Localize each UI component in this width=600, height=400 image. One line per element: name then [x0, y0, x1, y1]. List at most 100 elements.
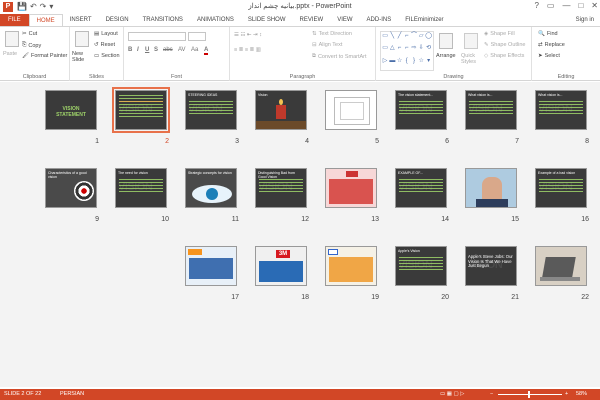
slide-thumbnail[interactable]: Characteristics of a good vision [45, 168, 97, 208]
slide-thumbnail[interactable]: VISION What vision is... [535, 90, 587, 130]
reset-button[interactable]: ↺ Reset [94, 42, 115, 48]
paste-icon[interactable] [5, 31, 19, 47]
slide-title-text: Vision [258, 93, 268, 97]
change-case-button[interactable]: Aa [191, 47, 198, 53]
shape-fill-button[interactable]: ◈ Shape Fill [484, 31, 515, 37]
text-direction-button[interactable]: ⇅ Text Direction [312, 31, 352, 37]
slide-thumbnail[interactable]: VISION Distinguishing Bad from Good Visio… [255, 168, 307, 208]
select-button[interactable]: ➤ Select [538, 53, 560, 59]
format-painter-button[interactable]: 🖌 Format Painter [22, 53, 67, 59]
shadow-button[interactable]: S [154, 47, 158, 53]
shape-outline-button[interactable]: ✎ Shape Outline [484, 42, 525, 48]
slide-thumbnail[interactable] [325, 90, 377, 130]
shape-effects-button[interactable]: ◇ Shape Effects [484, 53, 524, 59]
slide-number: 21 [511, 294, 519, 301]
paintbrush-icon: 🖌 [22, 53, 29, 59]
slide-thumbnail[interactable]: VISION Apple's Steve Jobs: Our Vision Is … [465, 246, 517, 286]
layout-button[interactable]: ▤ Layout [94, 31, 118, 37]
font-size-select[interactable] [188, 32, 206, 41]
new-slide-icon[interactable] [75, 31, 89, 47]
slide-thumbnail[interactable]: VISION What vision is... [465, 90, 517, 130]
tab-animations[interactable]: ANIMATIONS [190, 14, 241, 26]
group-editing: 🔍 Find ⇄ Replace ➤ Select Editing [532, 27, 600, 81]
tab-slide-show[interactable]: SLIDE SHOW [241, 14, 293, 26]
cut-button[interactable]: ✂ Cut [22, 31, 37, 37]
slide-thumbnail[interactable]: VISION The vision statement... [395, 90, 447, 130]
help-icon[interactable]: ? [534, 1, 538, 10]
alignment-buttons[interactable]: ≡ ≣ ≡ ≣ ▥ [234, 47, 261, 53]
reset-icon: ↺ [94, 42, 99, 48]
slide-number: 2 [165, 138, 169, 145]
convert-smartart-button[interactable]: ⧉ Convert to SmartArt [312, 53, 367, 60]
language-indicator[interactable]: PERSIAN [60, 391, 84, 397]
slide-number: 7 [515, 138, 519, 145]
maximize-icon[interactable]: □ [578, 1, 583, 10]
zoom-slider-thumb[interactable] [528, 391, 530, 398]
find-button[interactable]: 🔍 Find [538, 31, 558, 37]
zoom-out-button[interactable]: − [490, 391, 493, 397]
bullets-button[interactable]: ☰ ☷ ⇤ ⇥ ↕ [234, 32, 262, 38]
slide-thumbnail[interactable]: VISION STEERING IDEAS [185, 90, 237, 130]
slide-thumbnail[interactable]: VISION Example of a bad vision [535, 168, 587, 208]
ribbon-display-icon[interactable]: ▭ [547, 1, 555, 10]
arrange-button[interactable]: Arrange [436, 53, 456, 59]
font-family-select[interactable] [128, 32, 186, 41]
tab-add-ins[interactable]: ADD-INS [360, 14, 399, 26]
shapes-gallery[interactable]: ▭ ╲ ╱ ⌐ ⌒ ▱ ◯ ▭ △ ⌐ ⌐ ⇨ ⇩ ⟲ ▷ ▬ ☆{} ☆ ▾ [380, 31, 434, 71]
slide-title-text: EXAMPLE OF... [398, 171, 423, 175]
minimize-icon[interactable]: — [562, 1, 570, 10]
font-color-button[interactable]: A [204, 47, 209, 55]
tab-design[interactable]: DESIGN [99, 14, 136, 26]
replace-icon: ⇄ [538, 42, 543, 48]
quick-styles-button[interactable]: Quick Styles [461, 53, 481, 65]
view-buttons[interactable]: ▭ ▦ ▢ ▷ [440, 391, 464, 397]
zoom-in-button[interactable]: + [565, 391, 568, 397]
effects-icon: ◇ [484, 53, 489, 59]
group-paragraph: ☰ ☷ ⇤ ⇥ ↕ ≡ ≣ ≡ ≣ ▥ ⇅ Text Direction ⊟ Ali… [230, 27, 376, 81]
italic-button[interactable]: I [137, 47, 139, 53]
paste-button[interactable]: Paste [3, 51, 17, 57]
slide-thumbnail[interactable] [185, 246, 237, 286]
slide-thumbnail[interactable]: Vision [255, 90, 307, 130]
slide-thumbnail[interactable] [465, 168, 517, 208]
tab-view[interactable]: VIEW [330, 14, 359, 26]
close-icon[interactable]: ✕ [591, 1, 598, 10]
copy-icon: ⎘ [22, 42, 27, 48]
tab-review[interactable]: REVIEW [293, 14, 331, 26]
tab-fileminimizer[interactable]: FILEminimizer [398, 14, 450, 26]
section-button[interactable]: ▭ Section [94, 53, 120, 59]
slide-number: 5 [375, 138, 379, 145]
new-slide-button[interactable]: New Slide [72, 51, 94, 63]
slide-thumbnail[interactable]: VISION Apple's Vision [395, 246, 447, 286]
character-spacing-button[interactable]: AV [178, 47, 186, 53]
paint-bucket-icon: ◈ [484, 31, 489, 37]
tab-home[interactable]: HOME [28, 14, 63, 26]
align-text-button[interactable]: ⊟ Align Text [312, 42, 342, 48]
slide-thumbnail[interactable]: VISION [112, 87, 170, 133]
quick-styles-icon[interactable] [464, 33, 478, 49]
tab-insert[interactable]: INSERT [63, 14, 99, 26]
slide-thumbnail[interactable]: 3M3M [255, 246, 307, 286]
arrange-icon[interactable] [439, 33, 453, 49]
zoom-level[interactable]: 58% [576, 391, 587, 397]
slide-number: 16 [581, 216, 589, 223]
slide-thumbnail[interactable]: VISION EXAMPLE OF... [395, 168, 447, 208]
slide-number: 8 [585, 138, 589, 145]
group-label-clipboard: Clipboard [22, 74, 47, 80]
tab-file[interactable]: FILE [0, 14, 29, 26]
slide-thumbnail[interactable]: Strategic concepts for vision [185, 168, 237, 208]
slide-thumbnail[interactable] [535, 246, 587, 286]
underline-button[interactable]: U [145, 47, 149, 53]
slide-thumbnail[interactable] [325, 168, 377, 208]
slide-thumbnail[interactable] [325, 246, 377, 286]
copy-button[interactable]: ⎘ Copy [22, 42, 41, 49]
strikethrough-button[interactable]: abc [163, 47, 173, 53]
slide-thumbnail[interactable]: VISIONVISION STATEMENTVISION STATEMENT [45, 90, 97, 130]
slide-title-text: Characteristics of a good vision [48, 171, 87, 179]
bold-button[interactable]: B [128, 47, 132, 53]
zoom-slider[interactable] [498, 394, 562, 395]
slide-thumbnail[interactable]: VISION The need for vision [115, 168, 167, 208]
replace-button[interactable]: ⇄ Replace [538, 42, 565, 48]
sign-in-link[interactable]: Sign in [576, 14, 594, 26]
tab-transitions[interactable]: TRANSITIONS [136, 14, 190, 26]
